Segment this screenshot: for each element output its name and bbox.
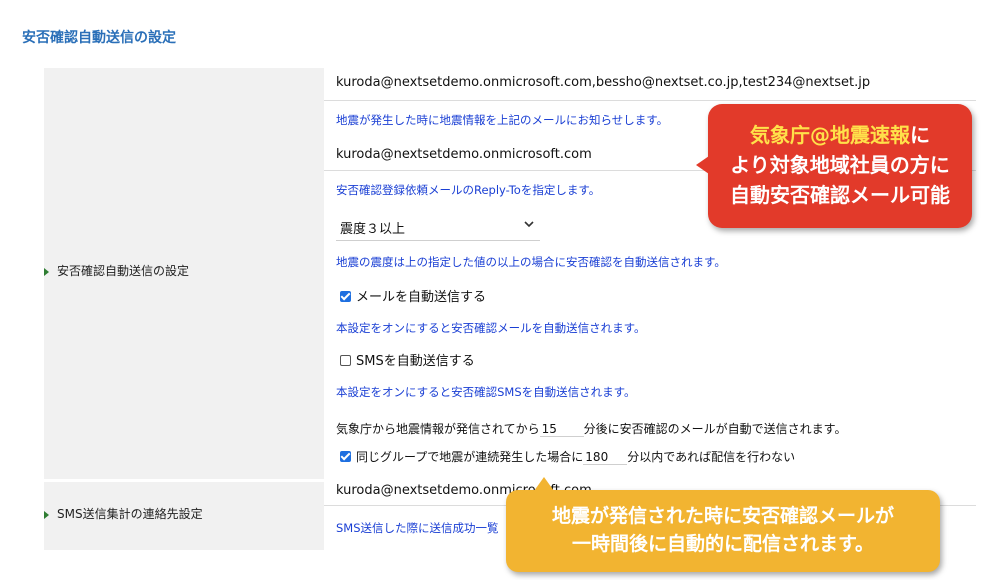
callout-delay-info: 地震が発信された時に安否確認メールが 一時間後に自動的に配信されます。 xyxy=(506,477,940,572)
page-title: 安否確認自動送信の設定 xyxy=(22,30,176,46)
mail-auto-send-hint: 本設定をオンにすると安否確認メールを自動送信されます。 xyxy=(336,321,646,335)
delay-minutes-input[interactable]: 15 xyxy=(539,422,584,437)
callout-red-line1: 気象庁@地震速報に xyxy=(708,120,972,150)
callout-red-highlight: 気象庁@地震速報 xyxy=(750,123,910,147)
sms-auto-send-label: SMSを自動送信する xyxy=(356,354,475,369)
mail-auto-send-checkbox-row[interactable]: メールを自動送信する xyxy=(340,286,486,305)
mail-auto-send-checkbox[interactable] xyxy=(340,291,351,302)
group-suffix: 分以内であれば配信を行わない xyxy=(627,450,796,464)
intensity-hint: 地震の震度は上の指定した値の以上の場合に安否確認を自動送信されます。 xyxy=(336,255,726,269)
intensity-select-value: 震度３以上 xyxy=(340,222,406,237)
callout-red-line2: より対象地域社員の方に xyxy=(730,153,950,177)
group-minutes-input[interactable]: 180 xyxy=(583,450,628,465)
group-suppress-row: 同じグループで地震が連続発生した場合に 180 分以内であれば配信を行わない xyxy=(340,448,795,465)
delay-suffix: 分後に安否確認のメールが自動で送信されます。 xyxy=(583,422,847,436)
divider xyxy=(324,100,976,101)
row-label-auto-send-text: 安否確認自動送信の設定 xyxy=(57,264,190,278)
delay-prefix: 気象庁から地震情報が発信されてから xyxy=(336,422,540,436)
chevron-down-icon xyxy=(524,221,534,228)
reply-to-field[interactable]: kuroda@nextsetdemo.onmicrosoft.com xyxy=(336,147,592,162)
callout-red-text: に xyxy=(910,123,930,147)
reply-to-hint: 安否確認登録依頼メールのReply-Toを指定します。 xyxy=(336,183,601,197)
sms-contact-hint: SMS送信した際に送信成功一覧 xyxy=(336,521,499,535)
triangle-bullet-icon xyxy=(44,510,49,519)
callout-orange-line1: 地震が発信された時に安否確認メールが xyxy=(551,505,894,527)
triangle-bullet-icon xyxy=(44,267,49,276)
sms-auto-send-hint: 本設定をオンにすると安否確認SMSを自動送信されます。 xyxy=(336,385,636,399)
callout-earthquake-alert: 気象庁@地震速報に より対象地域社員の方に 自動安否確認メール可能 xyxy=(696,104,972,228)
label-column-sms: SMS送信集計の連絡先設定 xyxy=(44,482,324,550)
label-column-auto-send: 安否確認自動送信の設定 xyxy=(44,68,324,479)
notify-emails-hint: 地震が発生した時に地震情報を上記のメールにお知らせします。 xyxy=(336,113,669,127)
callout-tail xyxy=(696,156,709,174)
sms-auto-send-checkbox-row[interactable]: SMSを自動送信する xyxy=(340,350,475,369)
callout-tail xyxy=(534,477,554,491)
delay-line: 気象庁から地震情報が発信されてから 15 分後に安否確認のメールが自動で送信されます… xyxy=(336,420,846,437)
intensity-select[interactable]: 震度３以上 xyxy=(336,212,540,241)
group-suppress-checkbox[interactable] xyxy=(340,451,351,462)
row-label-sms: SMS送信集計の連絡先設定 xyxy=(44,505,203,522)
callout-orange-line2: 一時間後に自動的に配信されます。 xyxy=(571,533,875,555)
callout-red-line3: 自動安否確認メール可能 xyxy=(730,183,950,207)
notify-emails-field[interactable]: kuroda@nextsetdemo.onmicrosoft.com,bessh… xyxy=(336,75,870,90)
mail-auto-send-label: メールを自動送信する xyxy=(356,290,487,305)
row-label-auto-send: 安否確認自動送信の設定 xyxy=(44,262,189,279)
group-suppress-label: 同じグループで地震が連続発生した場合に xyxy=(356,450,584,464)
sms-auto-send-checkbox[interactable] xyxy=(340,355,351,366)
row-label-sms-text: SMS送信集計の連絡先設定 xyxy=(57,507,203,521)
